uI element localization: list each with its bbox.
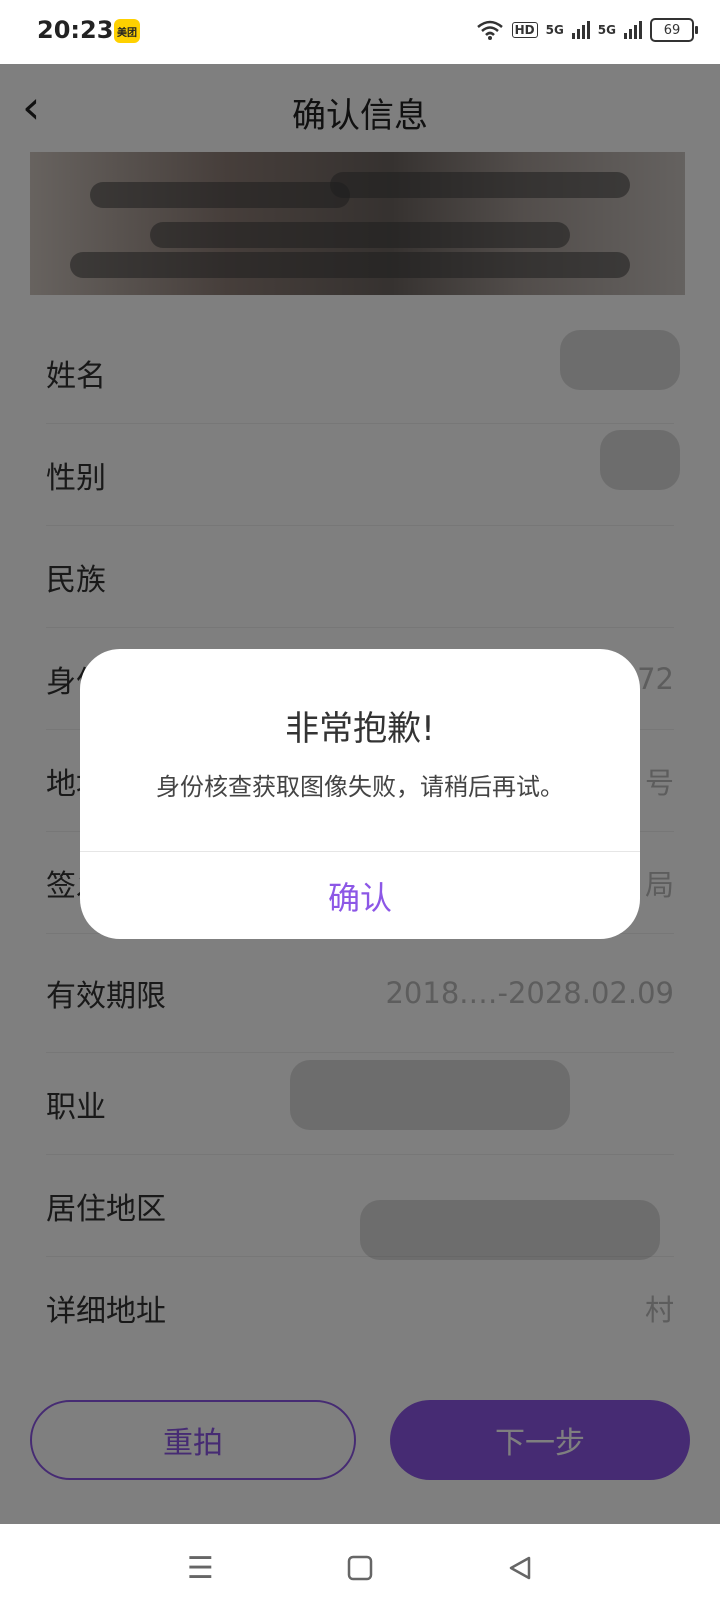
meituan-app-icon: 美团 — [114, 19, 140, 43]
wifi-icon — [476, 20, 503, 40]
signal-bars-icon — [571, 21, 590, 39]
square-home-icon[interactable] — [347, 1555, 373, 1581]
status-bar: 20:23 美团 HD 5G 5G 69 — [0, 0, 720, 64]
battery-icon: 69 — [650, 18, 698, 42]
dialog-title: 非常抱歉! — [285, 709, 435, 749]
status-icons: HD 5G 5G 69 — [476, 18, 698, 42]
battery-level: 69 — [663, 22, 681, 38]
hd-badge: HD — [511, 22, 538, 38]
error-dialog: 非常抱歉! 身份核查获取图像失败，请稍后再试。 确认 — [80, 649, 640, 939]
signal-bars-icon — [624, 21, 642, 39]
system-nav-bar: ☰ — [0, 1524, 720, 1612]
dialog-message: 身份核查获取图像失败，请稍后再试。 — [156, 773, 564, 801]
confirm-button[interactable]: 确认 — [80, 852, 640, 939]
menu-icon[interactable]: ☰ — [187, 1551, 214, 1586]
signal-5g-1: 5G — [545, 23, 564, 37]
signal-5g-2: 5G — [597, 23, 616, 37]
triangle-back-icon[interactable] — [507, 1555, 533, 1581]
status-time: 20:23 — [37, 16, 114, 44]
